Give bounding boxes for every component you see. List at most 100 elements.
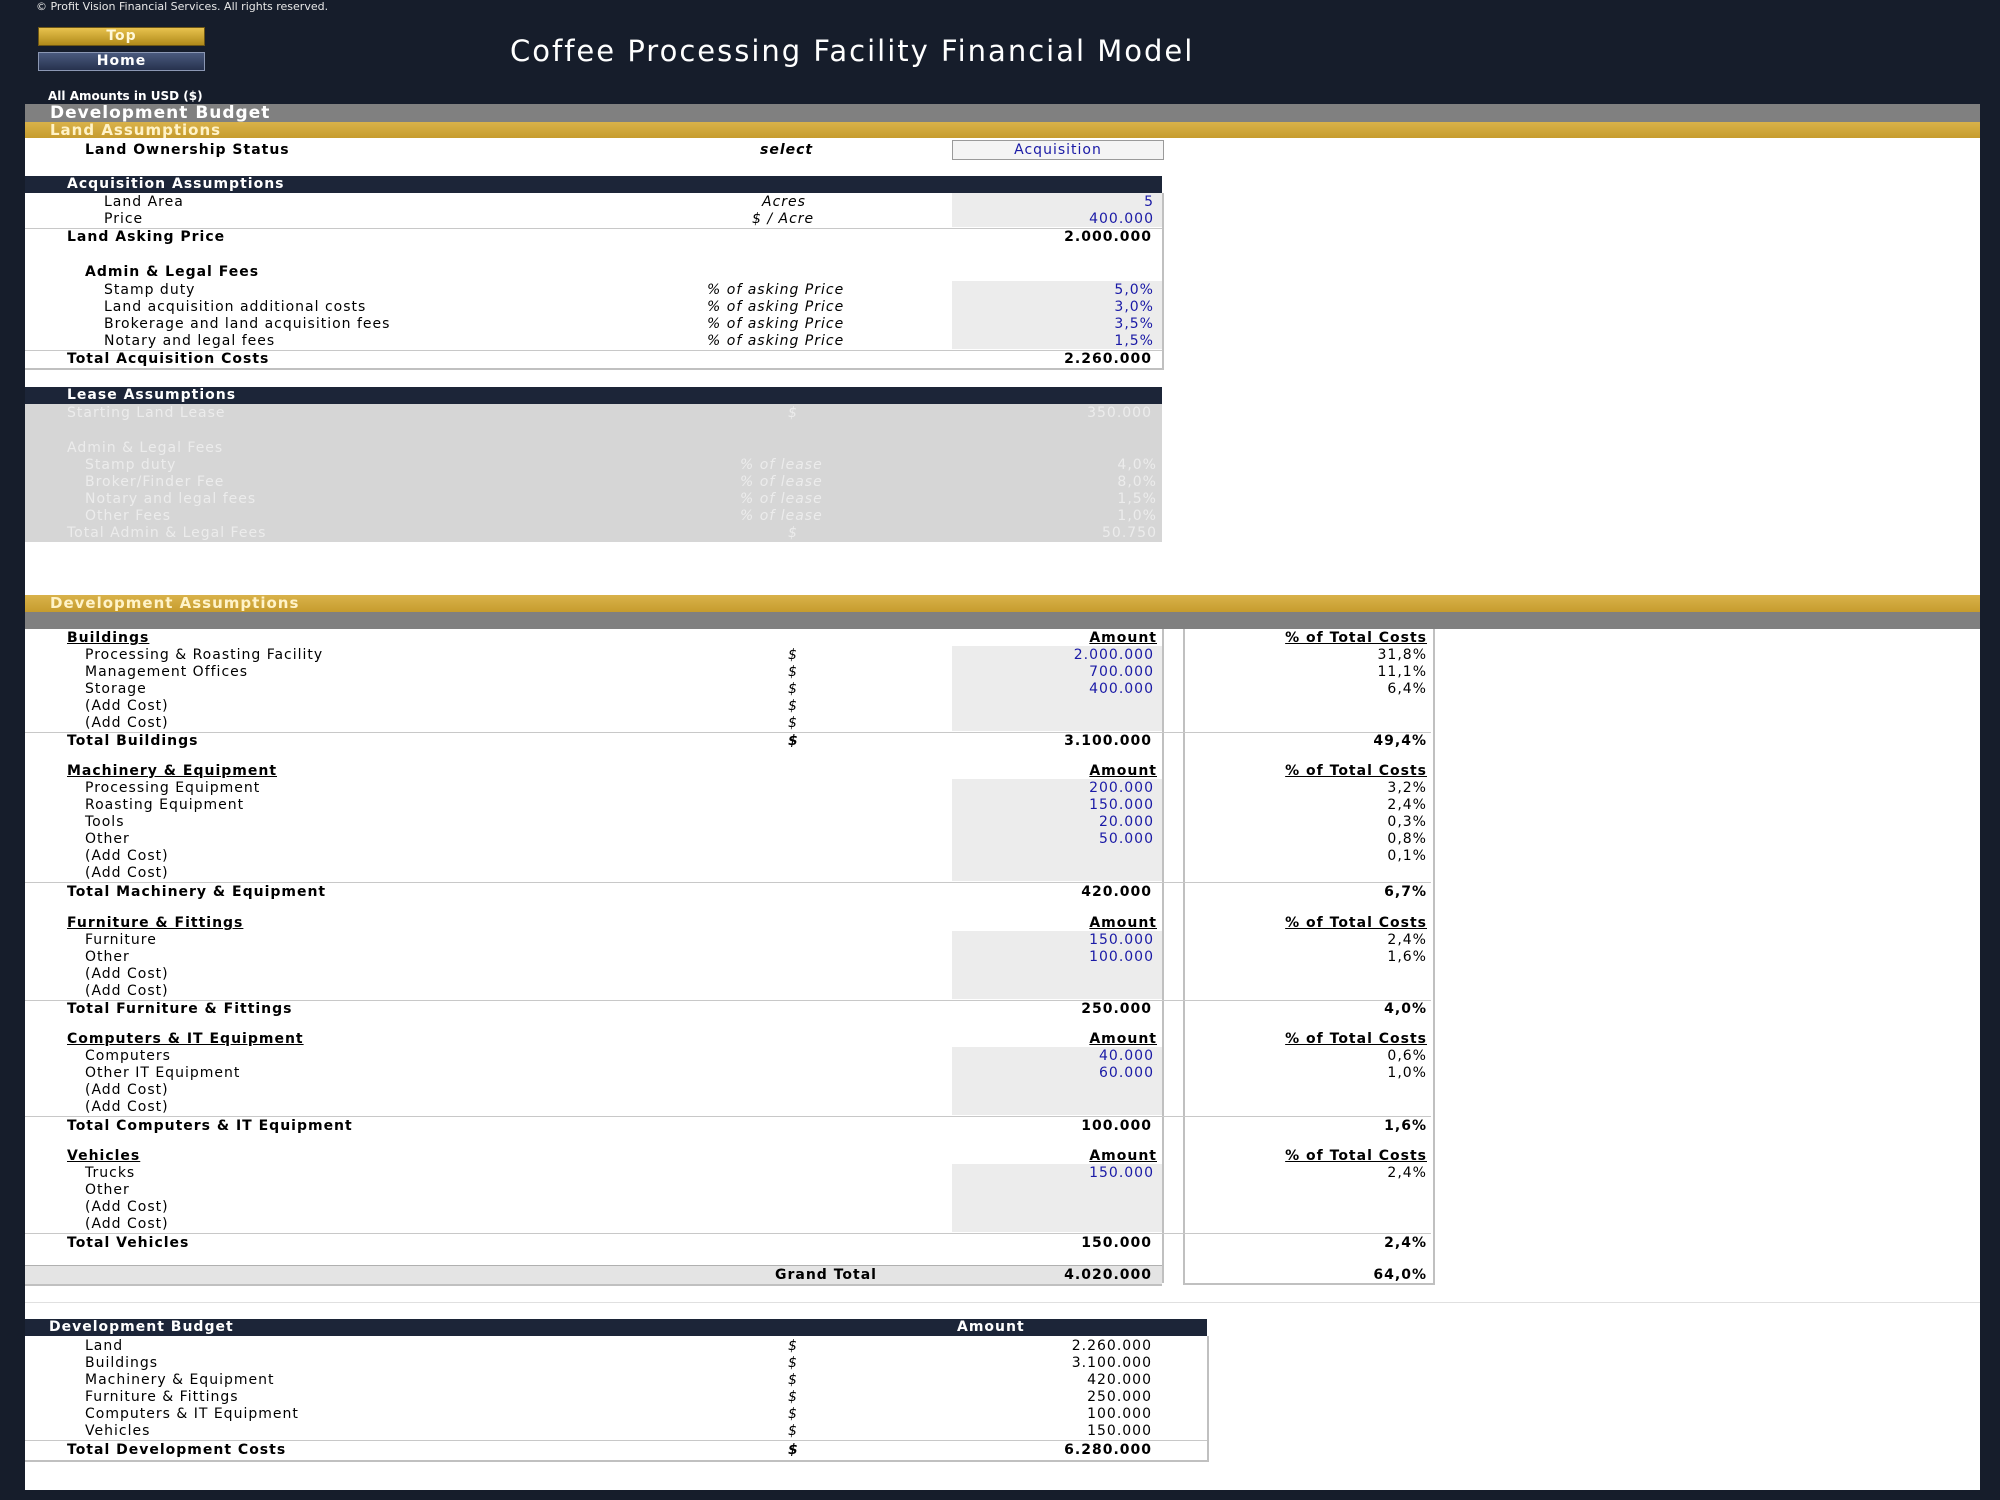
cost-item-input[interactable]	[952, 1198, 1162, 1216]
fee-input[interactable]: 3,0%	[952, 298, 1162, 316]
lease-fee-unit: % of lease	[740, 508, 823, 524]
lease-fee-unit: % of lease	[740, 457, 823, 473]
cost-item-input[interactable]: 150.000	[952, 796, 1162, 814]
computers-title: Computers & IT Equipment	[67, 1031, 304, 1047]
cost-item-input[interactable]: 20.000	[952, 813, 1162, 831]
fee-unit: % of asking Price	[707, 333, 845, 349]
cost-item-unit: $	[788, 698, 798, 714]
lease-fee-value: 8,0%	[1117, 474, 1157, 490]
cost-item-input[interactable]: 40.000	[952, 1047, 1162, 1065]
amount-header: Amount	[1089, 1148, 1157, 1164]
cost-item-value: 40.000	[1099, 1048, 1154, 1064]
cost-item-label: Tools	[85, 814, 125, 830]
cost-item-input[interactable]: 150.000	[952, 1164, 1162, 1182]
cost-item-pct: 0,1%	[1387, 848, 1427, 864]
divider	[25, 1302, 1980, 1303]
lease-fee-unit: % of lease	[740, 474, 823, 490]
cost-item-input[interactable]: 2.000.000	[952, 646, 1162, 664]
furniture-title: Furniture & Fittings	[67, 915, 244, 931]
budget-row-value: 3.100.000	[1071, 1355, 1152, 1371]
cost-item-value: 400.000	[1089, 681, 1154, 697]
cost-item-pct: 2,4%	[1387, 1165, 1427, 1181]
cost-item-value: 60.000	[1099, 1065, 1154, 1081]
budget-row-value: 420.000	[1087, 1372, 1152, 1388]
land-area-label: Land Area	[104, 194, 184, 210]
cost-item-label: Other	[85, 831, 130, 847]
total-machinery-value: 420.000	[1081, 884, 1152, 900]
lease-fee-label: Notary and legal fees	[85, 491, 257, 507]
cost-item-label: Processing Equipment	[85, 780, 261, 796]
cost-item-input[interactable]	[952, 697, 1162, 715]
section-title-land-assumptions: Land Assumptions	[50, 121, 222, 139]
budget-row-unit: $	[788, 1406, 798, 1422]
cost-item-input[interactable]	[952, 847, 1162, 865]
budget-row-label: Machinery & Equipment	[85, 1372, 275, 1388]
cost-item-input[interactable]	[952, 864, 1162, 882]
cost-item-input[interactable]	[952, 1098, 1162, 1116]
cost-item-label: Storage	[85, 681, 147, 697]
buildings-title: Buildings	[67, 630, 150, 646]
lease-fee-value: 1,0%	[1117, 508, 1157, 524]
asking-price-label: Land Asking Price	[67, 229, 226, 245]
cost-item-input[interactable]: 50.000	[952, 830, 1162, 848]
top-button[interactable]: Top	[38, 27, 205, 46]
cost-item-pct: 0,3%	[1387, 814, 1427, 830]
total-computers-pct: 1,6%	[1384, 1118, 1427, 1134]
price-unit: $ / Acre	[752, 211, 815, 227]
acquisition-header: Acquisition Assumptions	[25, 176, 1162, 193]
starting-lease-unit: $	[788, 405, 798, 421]
cost-item-input[interactable]	[952, 1215, 1162, 1233]
total-vehicles-pct: 2,4%	[1384, 1235, 1427, 1251]
home-button[interactable]: Home	[38, 52, 205, 71]
fee-input[interactable]: 3,5%	[952, 315, 1162, 333]
fee-input[interactable]: 5,0%	[952, 281, 1162, 299]
price-input[interactable]: 400.000	[952, 210, 1162, 228]
pct-header: % of Total Costs	[1285, 763, 1427, 779]
page-title: Coffee Processing Facility Financial Mod…	[510, 34, 1195, 68]
total-buildings-unit: $	[788, 733, 799, 749]
cost-item-input[interactable]: 60.000	[952, 1064, 1162, 1082]
cost-item-label: (Add Cost)	[85, 865, 169, 881]
cost-item-input[interactable]	[952, 982, 1162, 1000]
lease-header: Lease Assumptions	[25, 387, 1162, 404]
cost-item-input[interactable]: 100.000	[952, 948, 1162, 966]
cost-item-input[interactable]	[952, 714, 1162, 732]
total-dev-costs-label: Total Development Costs	[67, 1442, 287, 1458]
lease-fee-label: Broker/Finder Fee	[85, 474, 225, 490]
total-furniture-value: 250.000	[1081, 1001, 1152, 1017]
cost-item-value: 150.000	[1089, 932, 1154, 948]
land-area-input[interactable]: 5	[952, 193, 1162, 211]
budget-header-label: Development Budget	[49, 1319, 234, 1335]
total-computers-label: Total Computers & IT Equipment	[67, 1118, 353, 1134]
cost-item-label: Other IT Equipment	[85, 1065, 241, 1081]
ownership-select[interactable]: Acquisition	[952, 140, 1164, 160]
grand-total-pct: 64,0%	[1373, 1267, 1427, 1283]
cost-item-pct: 3,2%	[1387, 780, 1427, 796]
cost-item-input[interactable]	[952, 1181, 1162, 1199]
fee-value: 3,0%	[1114, 299, 1154, 315]
cost-item-input[interactable]: 200.000	[952, 779, 1162, 797]
cost-item-value: 20.000	[1099, 814, 1154, 830]
budget-row-label: Land	[85, 1338, 124, 1354]
cost-item-pct: 11,1%	[1377, 664, 1427, 680]
lease-header-label: Lease Assumptions	[67, 387, 237, 403]
machinery-title: Machinery & Equipment	[67, 763, 278, 779]
cost-item-label: (Add Cost)	[85, 715, 169, 731]
total-buildings-pct: 49,4%	[1373, 733, 1427, 749]
cost-item-label: (Add Cost)	[85, 983, 169, 999]
cost-item-input[interactable]: 400.000	[952, 680, 1162, 698]
amount-header: Amount	[1089, 763, 1157, 779]
cost-item-input[interactable]	[952, 1081, 1162, 1099]
section-title-development-budget: Development Budget	[50, 103, 271, 123]
cost-item-input[interactable]	[952, 965, 1162, 983]
budget-header: Development Budget Amount	[25, 1319, 1207, 1336]
cost-item-value: 200.000	[1089, 780, 1154, 796]
land-area-value: 5	[1144, 194, 1154, 210]
cost-item-input[interactable]: 700.000	[952, 663, 1162, 681]
fee-label: Notary and legal fees	[104, 333, 276, 349]
ownership-label: Land Ownership Status	[85, 142, 290, 158]
fee-label: Brokerage and land acquisition fees	[104, 316, 391, 332]
cost-item-unit: $	[788, 681, 798, 697]
fee-input[interactable]: 1,5%	[952, 332, 1162, 350]
cost-item-input[interactable]: 150.000	[952, 931, 1162, 949]
